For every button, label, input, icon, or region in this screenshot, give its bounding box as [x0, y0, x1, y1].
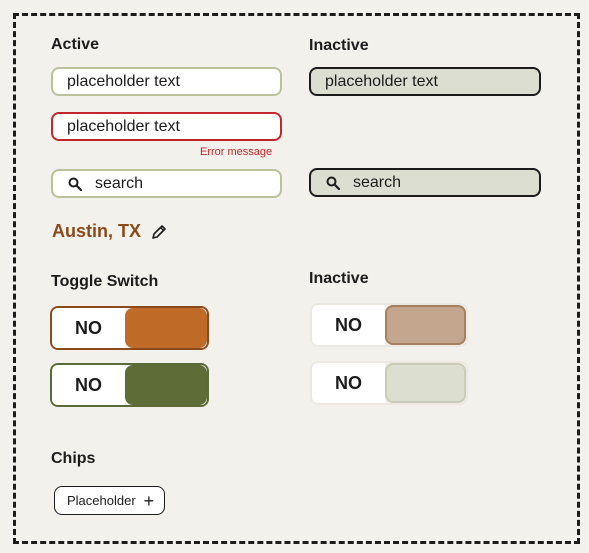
toggle-switch-orange[interactable]: NO [50, 306, 209, 350]
placeholder-chip[interactable]: Placeholder + [54, 486, 166, 515]
active-input-placeholder: placeholder text [67, 72, 180, 90]
toggle-switch-heading: Toggle Switch [51, 273, 159, 290]
plus-icon[interactable]: + [144, 492, 155, 510]
toggle-knob [125, 308, 207, 348]
chip-label: Placeholder [67, 493, 136, 508]
search-icon [325, 175, 341, 191]
toggle-switch-green[interactable]: NO [50, 363, 209, 407]
toggle-knob [385, 363, 466, 403]
error-message: Error message [200, 146, 273, 158]
inactive-text-input: placeholder text [309, 67, 541, 96]
toggle-label: NO [52, 365, 125, 405]
chips-heading: Chips [51, 450, 96, 467]
search-input-inactive: search [309, 168, 541, 197]
toggle-switch-inactive-tan: NO [310, 303, 468, 347]
toggle-label: NO [52, 308, 125, 348]
search-icon [67, 176, 83, 192]
inactive-input-placeholder: placeholder text [325, 72, 438, 90]
toggle-knob [385, 305, 466, 345]
search-active-text: search [95, 174, 144, 192]
toggle-inactive-heading: Inactive [309, 270, 369, 287]
toggle-label: NO [312, 305, 385, 345]
error-input-placeholder: placeholder text [67, 117, 180, 135]
toggle-switch-inactive-sage: NO [310, 361, 468, 405]
location-text: Austin, TX [52, 221, 141, 241]
search-input-active[interactable]: search [51, 169, 282, 198]
toggle-label: NO [312, 363, 385, 403]
active-heading: Active [51, 36, 100, 53]
search-inactive-text: search [353, 173, 402, 191]
location-display: Austin, TX [52, 221, 167, 242]
active-text-input[interactable]: placeholder text [51, 67, 282, 96]
error-text-input[interactable]: placeholder text [51, 112, 282, 141]
inactive-heading: Inactive [309, 37, 369, 54]
pencil-icon[interactable] [151, 224, 167, 240]
toggle-knob [125, 365, 207, 405]
